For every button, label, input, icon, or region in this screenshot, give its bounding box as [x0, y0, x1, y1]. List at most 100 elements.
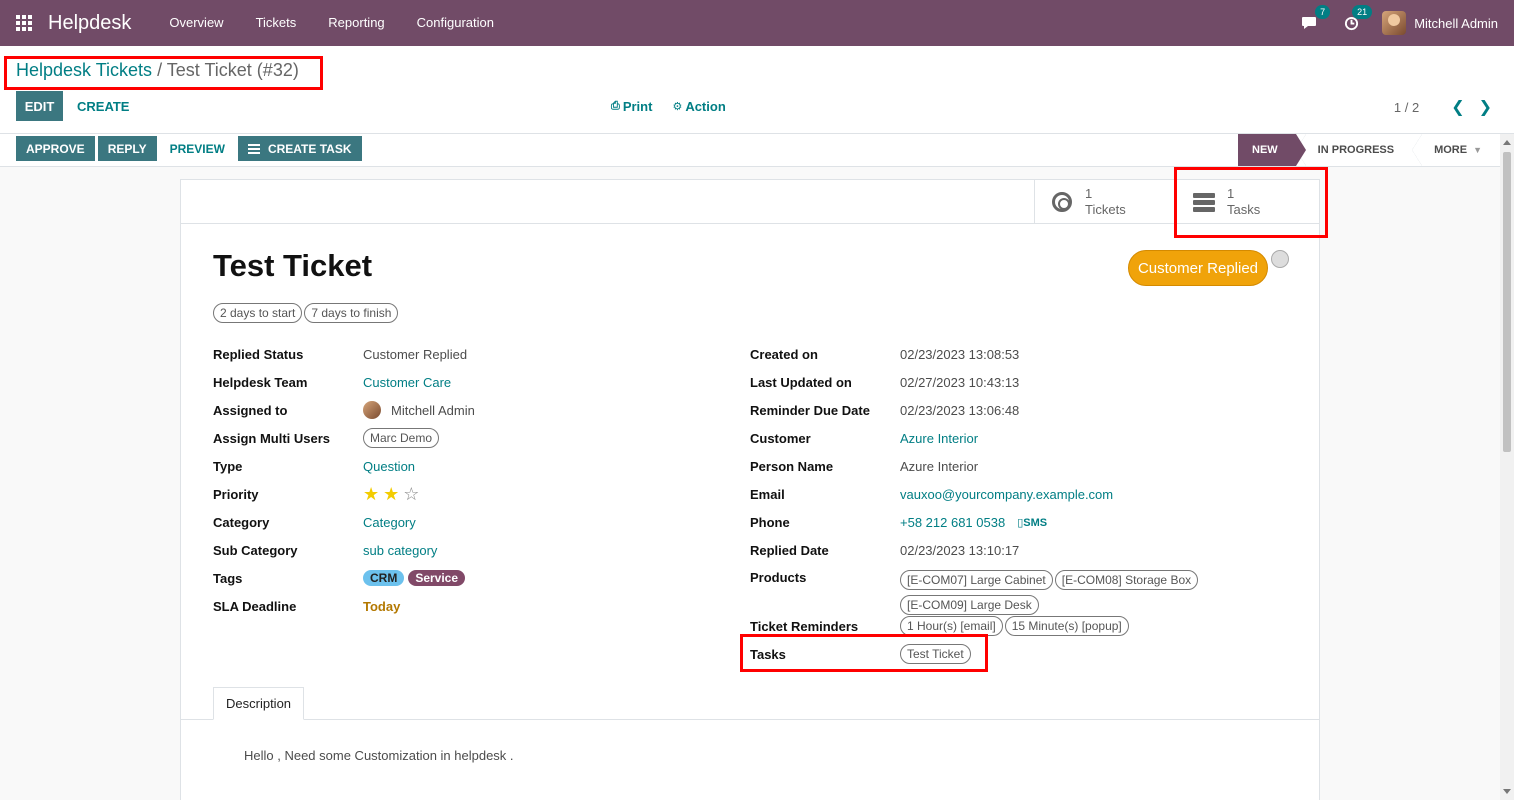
assigned-user[interactable]: Mitchell Admin — [363, 401, 475, 419]
breadcrumb: Helpdesk Tickets / Test Ticket (#32) — [16, 60, 299, 81]
field-label: Person Name — [750, 458, 834, 474]
user-tag[interactable]: Marc Demo — [363, 428, 440, 448]
customer-link[interactable]: Azure Interior — [900, 431, 978, 446]
messages-systray[interactable]: 7 — [1298, 5, 1331, 34]
page-scrollbar[interactable] — [1500, 134, 1514, 800]
notebook-tabs: Description — [181, 687, 1319, 720]
create-button[interactable]: CREATE — [67, 91, 139, 121]
breadcrumb-current: Test Ticket (#32) — [166, 60, 299, 80]
pager-value[interactable]: 1 / 2 — [1394, 100, 1419, 115]
reminder-tag[interactable]: 1 Hour(s) [email] — [900, 616, 1003, 636]
breadcrumb-separator: / — [157, 60, 163, 80]
pager-next-icon[interactable]: ❯ — [1479, 97, 1492, 117]
field-replied-date: Replied Date 02/23/2023 13:10:17 — [750, 536, 1310, 564]
menu-overview[interactable]: Overview — [153, 0, 239, 46]
form-buttons: EDIT CREATE — [16, 91, 139, 121]
reply-button[interactable]: REPLY — [97, 136, 157, 161]
user-menu-name[interactable]: Mitchell Admin — [1414, 16, 1498, 31]
tag-crm[interactable]: CRM — [363, 570, 405, 586]
life-ring-icon — [1051, 191, 1073, 213]
menu-configuration[interactable]: Configuration — [401, 0, 510, 46]
approve-button[interactable]: APPROVE — [16, 136, 95, 161]
helpdesk-team-link[interactable]: Customer Care — [363, 375, 451, 390]
create-task-button[interactable]: CREATE TASK — [237, 136, 362, 161]
field-customer: Customer Azure Interior — [750, 424, 1310, 452]
scroll-up-icon[interactable] — [1503, 140, 1511, 145]
field-label: Ticket Reminders — [750, 618, 859, 634]
edit-button[interactable]: EDIT — [16, 91, 63, 121]
tickets-stat-text: 1 Tickets — [1085, 186, 1126, 218]
star-filled-icon[interactable]: ★ — [363, 485, 379, 503]
days-to-finish-chip: 7 days to finish — [304, 303, 399, 323]
activities-count-badge: 21 — [1352, 5, 1373, 19]
field-label: SLA Deadline — [213, 598, 297, 614]
apps-menu-icon[interactable] — [16, 14, 34, 32]
kanban-state-indicator[interactable] — [1271, 250, 1289, 268]
statusbar-buttons: APPROVE REPLY PREVIEW CREATE TASK — [16, 136, 365, 161]
task-tag[interactable]: Test Ticket — [900, 644, 971, 664]
stage-more-dropdown[interactable]: MORE ▼ — [1412, 134, 1500, 166]
star-empty-icon[interactable]: ☆ — [403, 485, 419, 503]
action-menu[interactable]: ⚙ Action — [672, 99, 725, 114]
customer-replied-badge[interactable]: Customer Replied — [1128, 250, 1268, 286]
preview-button[interactable]: PREVIEW — [160, 136, 235, 161]
activities-systray[interactable]: 21 — [1340, 5, 1373, 34]
messages-count-badge: 7 — [1315, 5, 1331, 19]
field-label: Priority — [213, 486, 259, 502]
tag-service[interactable]: Service — [408, 570, 466, 586]
email-link[interactable]: vauxoo@yourcompany.example.com — [900, 487, 1113, 502]
stage-in-progress[interactable]: IN PROGRESS — [1295, 134, 1412, 166]
app-brand[interactable]: Helpdesk — [48, 12, 131, 35]
description-text[interactable]: Hello , Need some Customization in helpd… — [244, 748, 514, 763]
field-replied-status: Replied Status Customer Replied — [213, 340, 713, 368]
field-assign-multi-users: Assign Multi Users Marc Demo — [213, 424, 713, 452]
stage-new[interactable]: NEW — [1238, 134, 1306, 166]
menu-reporting[interactable]: Reporting — [312, 0, 400, 46]
field-value[interactable]: 02/23/2023 13:06:48 — [900, 403, 1019, 418]
product-tag[interactable]: [E-COM07] Large Cabinet — [900, 570, 1053, 590]
tab-description[interactable]: Description — [213, 687, 305, 720]
breadcrumb-parent-link[interactable]: Helpdesk Tickets — [16, 60, 152, 80]
category-link[interactable]: Category — [363, 515, 416, 530]
field-products: Products [E-COM07] Large Cabinet [E-COM0… — [750, 564, 1310, 615]
field-value[interactable]: Customer Replied — [363, 347, 467, 362]
field-label: Helpdesk Team — [213, 374, 308, 390]
pager-previous-icon[interactable]: ❮ — [1451, 97, 1464, 117]
systray: 7 21 Mitchell Admin — [1298, 0, 1498, 46]
scroll-down-icon[interactable] — [1503, 789, 1511, 794]
sms-label: SMS — [1023, 516, 1048, 529]
field-value[interactable]: Azure Interior — [900, 459, 978, 474]
field-person-name: Person Name Azure Interior — [750, 452, 1310, 480]
field-ticket-reminders: Ticket Reminders 1 Hour(s) [email] 15 Mi… — [750, 612, 1310, 640]
right-field-group: Created on 02/23/2023 13:08:53 Last Upda… — [750, 340, 1310, 668]
user-avatar[interactable] — [1382, 11, 1407, 35]
tasks-label: Tasks — [1227, 202, 1261, 217]
reminder-tag[interactable]: 15 Minute(s) [popup] — [1004, 616, 1129, 636]
sub-category-link[interactable]: sub category — [363, 543, 437, 558]
field-type: Type Question — [213, 452, 713, 480]
field-value: 02/23/2023 13:08:53 — [900, 346, 1020, 362]
field-label: Created on — [750, 346, 818, 362]
scroll-thumb[interactable] — [1503, 152, 1511, 452]
field-sla-deadline: SLA Deadline Today — [213, 592, 713, 620]
left-field-group: Replied Status Customer Replied Helpdesk… — [213, 340, 713, 620]
ticket-title[interactable]: Test Ticket — [213, 248, 372, 284]
product-tag[interactable]: [E-COM09] Large Desk — [900, 595, 1039, 615]
menu-tickets[interactable]: Tickets — [240, 0, 313, 46]
field-label: Assigned to — [213, 402, 288, 418]
star-filled-icon[interactable]: ★ — [383, 485, 399, 503]
field-label: Customer — [750, 430, 811, 446]
type-link[interactable]: Question — [363, 459, 415, 474]
phone-link[interactable]: +58 212 681 0538 — [900, 515, 1005, 530]
gear-icon: ⚙ — [672, 101, 683, 113]
reminders-tags: 1 Hour(s) [email] 15 Minute(s) [popup] — [900, 616, 1129, 636]
tags-list: CRM Service — [363, 570, 467, 586]
priority-stars: ★ ★ ☆ — [363, 485, 419, 503]
tasks-count: 1 — [1227, 186, 1235, 201]
print-menu[interactable]: ⎙ Print — [611, 99, 652, 114]
action-menus: ⎙ Print ⚙ Action — [611, 99, 746, 114]
tickets-smart-button[interactable]: 1 Tickets — [1034, 180, 1176, 224]
sms-button[interactable]: ▯SMS — [1017, 516, 1047, 529]
product-tag[interactable]: [E-COM08] Storage Box — [1054, 570, 1199, 590]
tasks-smart-button[interactable]: 1 Tasks — [1176, 180, 1318, 224]
